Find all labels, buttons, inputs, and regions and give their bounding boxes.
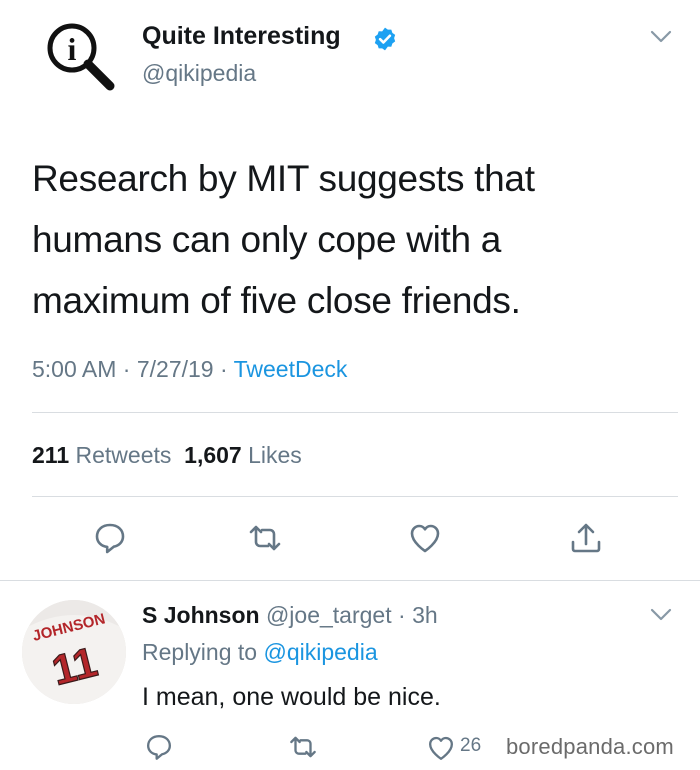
likes-stat[interactable]: 1,607 Likes [184,442,302,468]
divider [32,496,678,497]
replying-to: Replying to @qikipedia [142,639,378,666]
retweet-icon[interactable] [247,520,283,556]
like-icon[interactable] [426,733,456,763]
tweet-text: Research by MIT suggests that humans can… [32,158,535,321]
reply-text: I mean, one would be nice. [142,683,441,711]
chevron-down-icon[interactable] [650,30,672,44]
tweet-source-link[interactable]: TweetDeck [234,356,348,382]
retweets-stat[interactable]: 211 Retweets [32,442,171,468]
likes-label: Likes [248,442,302,468]
tweet-time[interactable]: 5:00 AM [32,356,116,382]
quite-interesting-logo[interactable]: i [38,14,118,94]
reply-like-count: 26 [460,735,482,756]
meta-separator: · [213,356,234,382]
retweet-icon[interactable] [288,732,318,762]
replying-to-link[interactable]: @qikipedia [263,639,377,665]
avatar-jersey-image: JOHNSON 11 [22,600,126,704]
author-handle[interactable]: @qikipedia [142,60,256,87]
svg-text:i: i [68,31,77,67]
like-icon[interactable] [407,520,443,556]
reply-icon[interactable] [144,732,174,762]
reply-icon[interactable] [92,520,128,556]
watermark-text: boredpanda.com [506,734,674,759]
replying-prefix: Replying to [142,639,258,665]
chevron-down-icon[interactable] [650,608,672,622]
reply-header: S Johnson @joe_target · 3h [142,602,438,629]
tweet-metadata: 5:00 AM · 7/27/19 · TweetDeck [32,356,347,383]
avatar[interactable]: JOHNSON 11 [22,600,126,704]
verified-badge-icon [374,27,396,51]
reply-author-name[interactable]: S Johnson [142,602,260,628]
retweets-label: Retweets [75,442,172,468]
reply-author-handle[interactable]: @joe_target [266,602,392,628]
share-icon[interactable] [568,520,604,556]
retweets-count: 211 [32,442,70,468]
tweet-date[interactable]: 7/27/19 [137,356,214,382]
author-name[interactable]: Quite Interesting [142,22,341,51]
likes-count: 1,607 [184,442,242,468]
divider [32,412,678,413]
meta-separator: · [391,602,413,628]
meta-separator: · [116,356,137,382]
tweet-stats: 211 Retweets 1,607 Likes [32,442,302,469]
reply-age[interactable]: 3h [412,602,438,628]
section-divider [0,580,700,581]
